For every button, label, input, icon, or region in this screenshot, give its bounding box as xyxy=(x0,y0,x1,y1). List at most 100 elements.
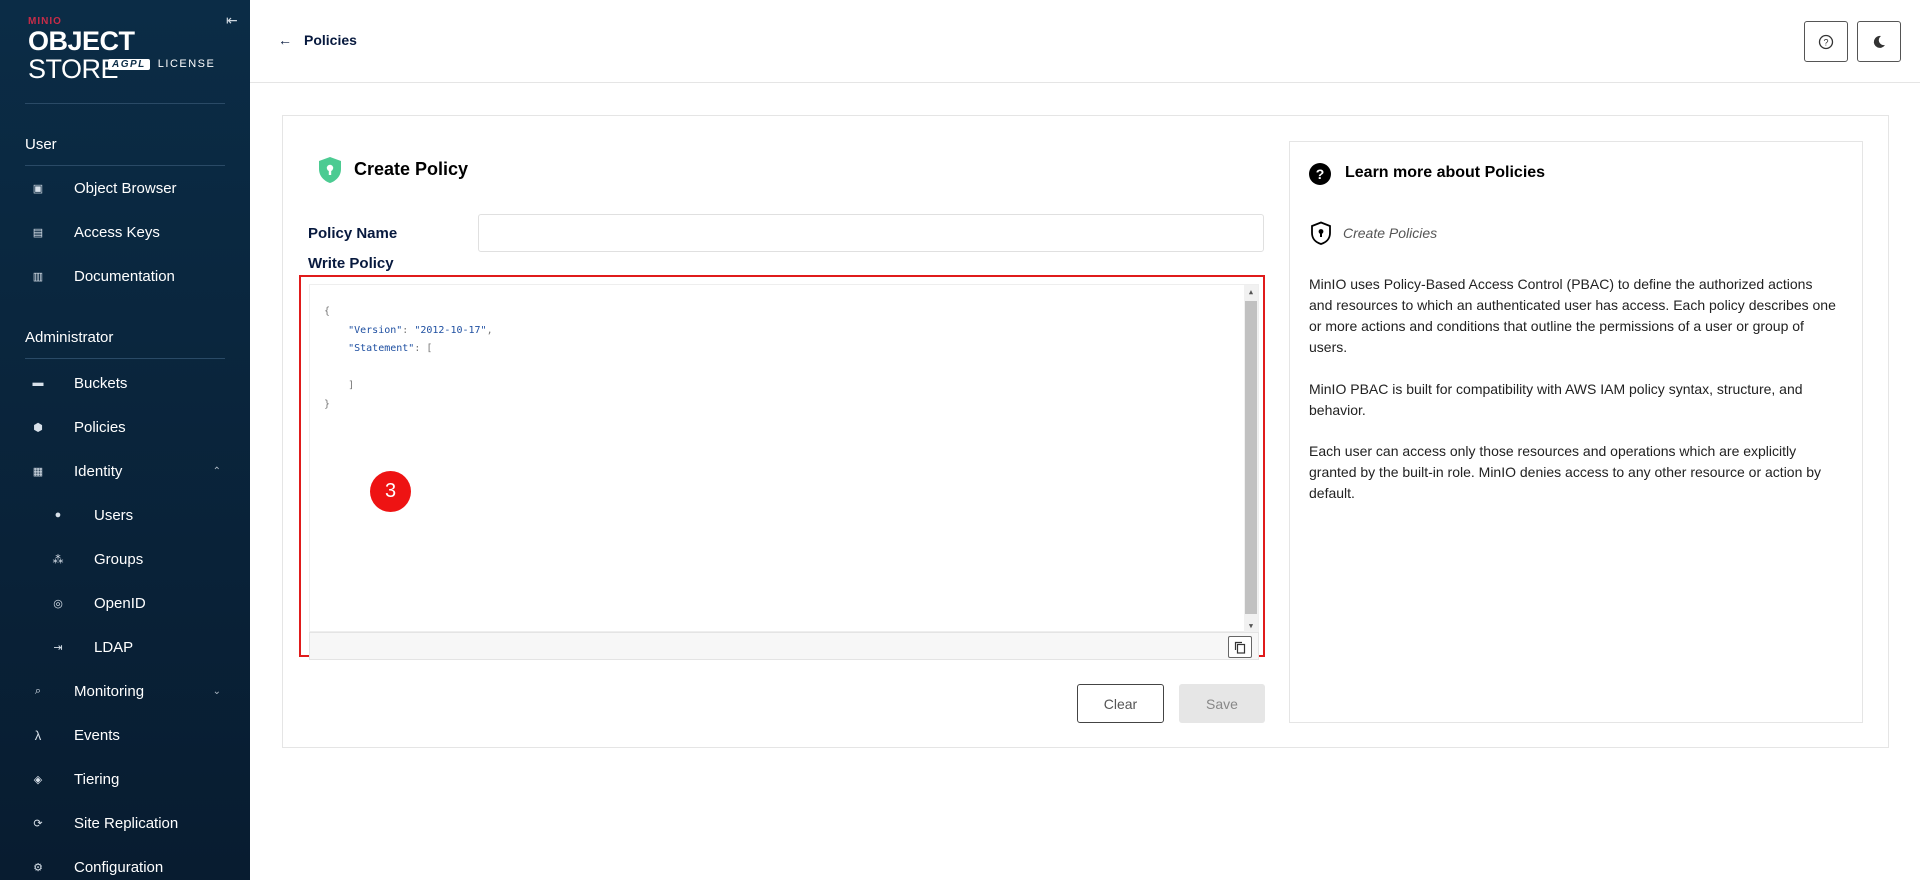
sidebar-item-tiering[interactable]: ◈ Tiering xyxy=(30,764,225,794)
editor-scrollbar[interactable]: ▲ ▼ xyxy=(1244,285,1258,633)
sidebar-item-label: Policies xyxy=(74,418,126,436)
back-link[interactable]: ← Policies xyxy=(278,32,357,48)
copy-button[interactable] xyxy=(1228,636,1252,658)
section-administrator: Administrator xyxy=(25,329,114,346)
policy-name-label: Policy Name xyxy=(308,225,398,242)
sidebar-item-label: Documentation xyxy=(74,267,175,285)
code-close-bracket: ] xyxy=(348,380,355,391)
agpl-badge: AGPL xyxy=(108,58,150,70)
clear-button[interactable]: Clear xyxy=(1077,684,1164,723)
sidebar-item-label: Groups xyxy=(94,550,144,568)
step-marker: 3 xyxy=(370,471,411,512)
dark-mode-button[interactable] xyxy=(1857,21,1901,62)
openid-icon: ◎ xyxy=(53,597,63,610)
sidebar-item-label: Users xyxy=(94,506,134,524)
ldap-icon: ⇥ xyxy=(53,641,63,654)
documentation-icon: ▥ xyxy=(32,270,44,283)
sidebar-item-users[interactable]: ● Users xyxy=(50,500,225,530)
scroll-up-icon[interactable]: ▲ xyxy=(1244,288,1258,296)
back-link-label: Policies xyxy=(304,32,357,48)
sidebar-item-label: Object Browser xyxy=(74,179,177,197)
logo-product: OBJECT STORE xyxy=(28,27,228,83)
object-browser-icon: ▣ xyxy=(32,182,44,195)
sidebar-item-events[interactable]: λ Events xyxy=(30,720,225,750)
code-open-bracket: [ xyxy=(426,343,433,354)
help-paragraph-2: MinIO PBAC is built for compatibility wi… xyxy=(1309,381,1803,418)
groups-icon: ⁂ xyxy=(52,553,64,566)
svg-text:?: ? xyxy=(1823,37,1828,47)
sidebar-item-buckets[interactable]: ▬ Buckets xyxy=(30,368,225,398)
policy-name-input[interactable] xyxy=(478,214,1264,252)
sidebar-item-label: Tiering xyxy=(74,770,120,788)
help-subtitle: Create Policies xyxy=(1343,225,1438,241)
code-version-key: "Version" xyxy=(348,324,403,336)
configuration-icon: ⚙ xyxy=(33,861,43,874)
events-icon: λ xyxy=(34,727,42,743)
sidebar-item-configuration[interactable]: ⚙ Configuration xyxy=(30,852,225,880)
sidebar-item-openid[interactable]: ◎ OpenID xyxy=(50,588,225,618)
sidebar-item-ldap[interactable]: ⇥ LDAP xyxy=(50,632,225,662)
code-open-brace: { xyxy=(324,306,331,317)
sidebar-item-label: Monitoring xyxy=(74,682,145,700)
code-close-brace: } xyxy=(324,398,331,410)
help-icon: ? xyxy=(1818,34,1834,49)
site-replication-icon: ⟳ xyxy=(33,817,43,830)
code-statement-key: "Statement" xyxy=(348,343,415,354)
shield-icon xyxy=(319,157,341,183)
tiering-icon: ◈ xyxy=(33,773,43,786)
sidebar-item-label: Access Keys xyxy=(74,223,160,241)
policy-code-editor[interactable]: { "Version": "2012-10-17", "Statement": … xyxy=(309,284,1259,633)
sidebar-item-label: Identity xyxy=(74,462,123,480)
help-paragraph-1: MinIO uses Policy-Based Access Control (… xyxy=(1309,276,1836,355)
code-version-value: "2012-10-17" xyxy=(414,324,487,336)
sidebar-item-site-replication[interactable]: ⟳ Site Replication xyxy=(30,808,225,838)
section-user: User xyxy=(25,136,57,153)
question-icon: ? xyxy=(1309,163,1331,185)
sidebar-item-access-keys[interactable]: ▤ Access Keys xyxy=(30,217,225,247)
save-button[interactable]: Save xyxy=(1179,684,1265,723)
editor-footer xyxy=(309,632,1259,660)
sidebar-divider xyxy=(25,165,225,166)
arrow-left-icon: ← xyxy=(278,32,292,48)
policy-shield-icon xyxy=(1311,221,1331,245)
sidebar-item-identity[interactable]: ▦ Identity ⌃ xyxy=(30,456,225,486)
sidebar: MINIO OBJECT STORE AGPL LICENSE ⇤ User ▣… xyxy=(0,0,250,880)
users-icon: ● xyxy=(54,509,62,521)
sidebar-item-label: Events xyxy=(74,726,120,744)
help-paragraph-3: Each user can access only those resource… xyxy=(1309,443,1822,501)
access-keys-icon: ▤ xyxy=(32,226,44,239)
sidebar-item-label: OpenID xyxy=(94,594,146,612)
help-title: Learn more about Policies xyxy=(1345,164,1546,181)
license-text: LICENSE xyxy=(157,58,216,70)
scrollbar-thumb[interactable] xyxy=(1245,301,1257,614)
chevron-up-icon: ⌃ xyxy=(212,465,221,477)
sidebar-item-label: Buckets xyxy=(74,374,128,392)
write-policy-label: Write Policy xyxy=(308,255,394,272)
monitoring-icon: ⌕ xyxy=(34,684,42,697)
sidebar-item-label: Configuration xyxy=(74,858,164,876)
sidebar-item-object-browser[interactable]: ▣ Object Browser xyxy=(30,173,225,203)
sidebar-item-groups[interactable]: ⁂ Groups xyxy=(50,544,225,574)
buckets-icon: ▬ xyxy=(32,377,44,389)
copy-icon xyxy=(1234,641,1246,654)
sidebar-item-policies[interactable]: ⬢ Policies xyxy=(30,412,225,442)
logo-product-bold: OBJECT xyxy=(28,26,135,56)
sidebar-divider xyxy=(25,358,225,359)
help-button[interactable]: ? xyxy=(1804,21,1848,62)
logo-product-thin: STORE xyxy=(28,54,119,84)
minio-logo[interactable]: MINIO OBJECT STORE AGPL LICENSE xyxy=(28,16,228,83)
collapse-icon[interactable]: ⇤ xyxy=(226,12,238,29)
dark-mode-icon xyxy=(1873,35,1885,48)
page-title: Create Policy xyxy=(354,159,469,179)
code-content[interactable]: { "Version": "2012-10-17", "Statement": … xyxy=(324,303,493,414)
sidebar-item-label: LDAP xyxy=(94,638,134,656)
identity-icon: ▦ xyxy=(32,465,44,478)
policies-icon: ⬢ xyxy=(33,421,43,434)
scroll-down-icon[interactable]: ▼ xyxy=(1244,622,1258,630)
sidebar-item-monitoring[interactable]: ⌕ Monitoring ⌄ xyxy=(30,676,225,706)
sidebar-divider xyxy=(25,103,225,104)
sidebar-item-documentation[interactable]: ▥ Documentation xyxy=(30,261,225,291)
chevron-down-icon: ⌄ xyxy=(212,685,221,697)
sidebar-item-label: Site Replication xyxy=(74,814,179,832)
top-bar: ← Policies ? xyxy=(250,0,1920,83)
